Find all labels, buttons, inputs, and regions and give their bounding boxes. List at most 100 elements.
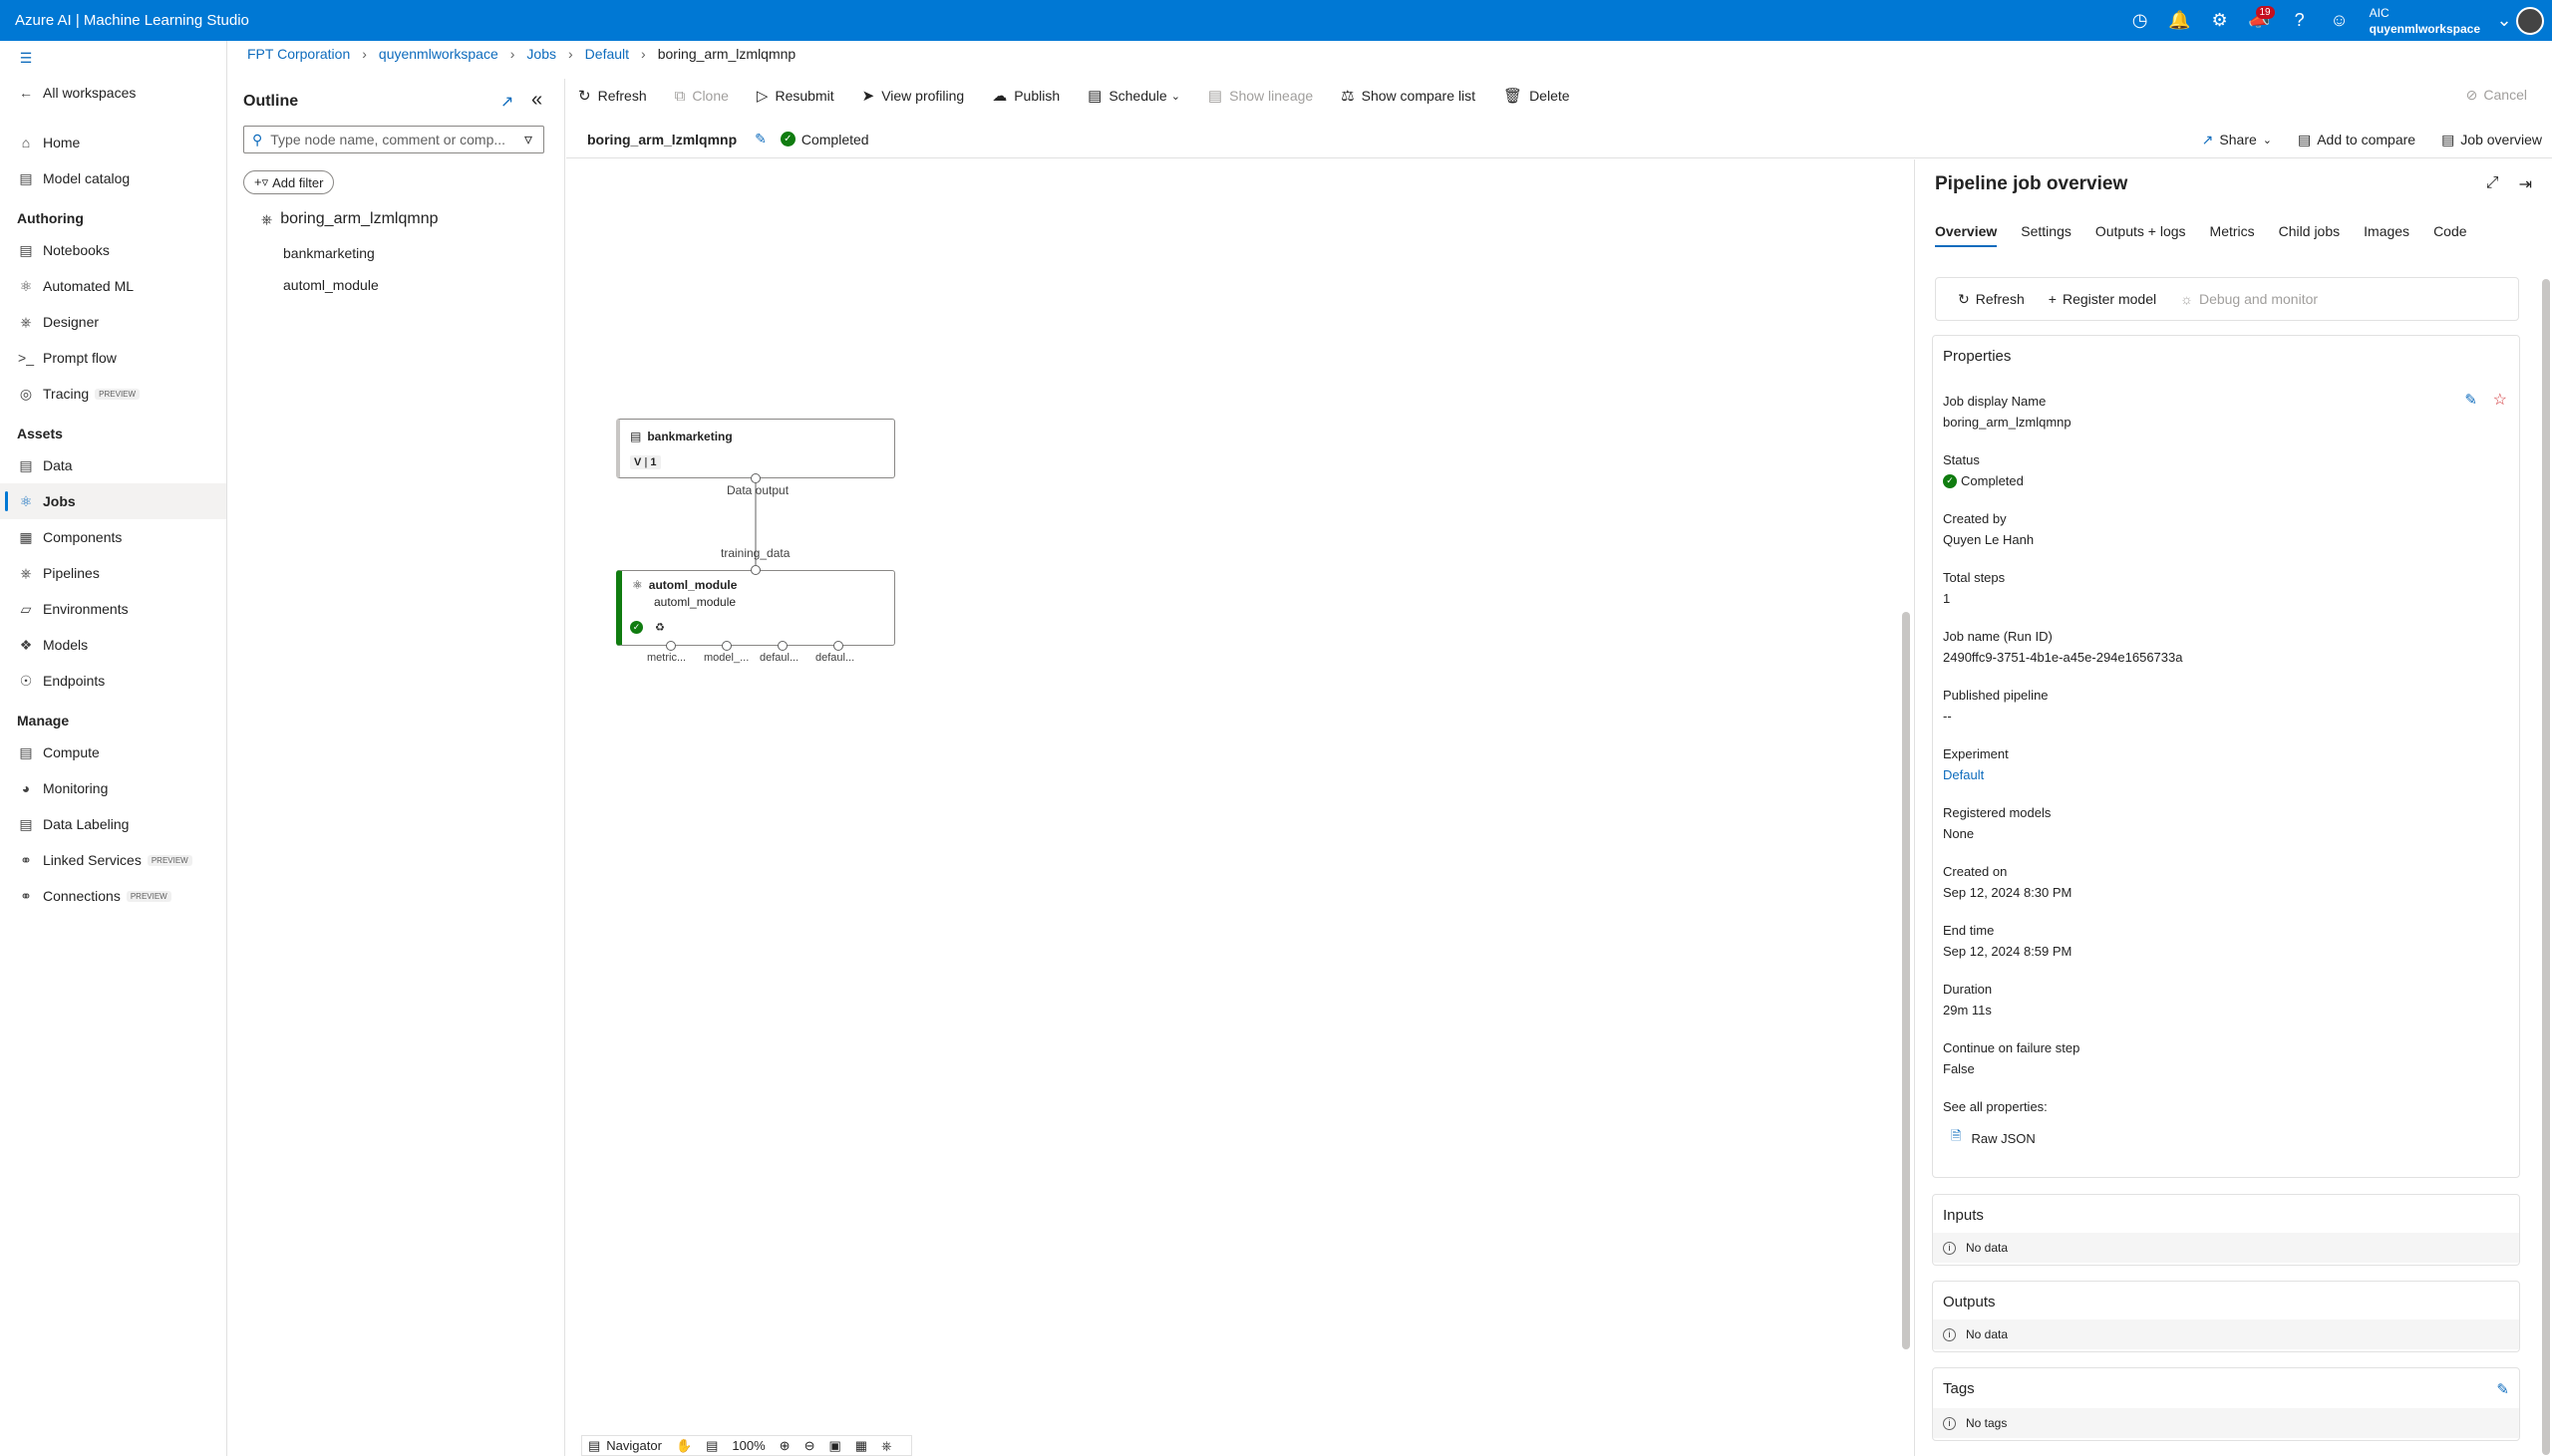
sidebar-item-jobs[interactable]: ⚛ Jobs bbox=[0, 483, 226, 519]
input-port[interactable] bbox=[751, 565, 761, 575]
show-compare-button[interactable]: ⚖ Show compare list bbox=[1341, 87, 1475, 105]
select-icon[interactable]: ▤ bbox=[706, 1438, 718, 1454]
sidebar-item-all-workspaces[interactable]: ← All workspaces bbox=[0, 75, 226, 111]
search-input[interactable]: Type node name, comment or comp... bbox=[270, 132, 505, 147]
raw-json-link[interactable]: 🗎 Raw JSON bbox=[1951, 1127, 2036, 1149]
avatar[interactable] bbox=[2516, 6, 2544, 35]
output-port[interactable] bbox=[778, 641, 788, 651]
output-port[interactable] bbox=[833, 641, 843, 651]
output-port[interactable] bbox=[751, 473, 761, 483]
tab-child-jobs[interactable]: Child jobs bbox=[2279, 223, 2340, 247]
outline-search[interactable]: ⚲ Type node name, comment or comp... bbox=[243, 126, 544, 153]
sidebar-item-prompt-flow[interactable]: >_ Prompt flow bbox=[0, 340, 226, 376]
tab-images[interactable]: Images bbox=[2364, 223, 2409, 247]
node-bankmarketing[interactable]: ▤ bankmarketing V | 1 bbox=[616, 419, 895, 478]
gear-icon[interactable]: ⚙ bbox=[2200, 0, 2240, 41]
breadcrumb-workspace[interactable]: quyenmlworkspace bbox=[379, 46, 498, 62]
tree-item-automl-module[interactable]: automl_module bbox=[283, 277, 379, 293]
sidebar-item-connections[interactable]: ⚭ Connections PREVIEW bbox=[0, 878, 226, 914]
filter-icon[interactable]: ▿ bbox=[524, 130, 532, 149]
breadcrumb-org[interactable]: FPT Corporation bbox=[247, 46, 350, 62]
chevron-right-icon: › bbox=[362, 46, 367, 62]
experiment-link[interactable]: Default bbox=[1943, 767, 2009, 782]
sidebar-item-model-catalog[interactable]: ▤ Model catalog bbox=[0, 160, 226, 196]
add-to-compare-button[interactable]: ▤ Add to compare bbox=[2298, 132, 2415, 148]
sidebar-item-linked-services[interactable]: ⚭ Linked Services PREVIEW bbox=[0, 842, 226, 878]
notifications-icon[interactable]: 📣 19 bbox=[2240, 0, 2280, 41]
sidebar-item-endpoints[interactable]: ☉ Endpoints bbox=[0, 663, 226, 699]
sidebar-item-home[interactable]: ⌂ Home bbox=[0, 125, 226, 160]
outputs-empty: i No data bbox=[1933, 1319, 2519, 1349]
edit-icon[interactable]: ✎ bbox=[2496, 1380, 2509, 1398]
zoom-out-icon[interactable]: ⊖ bbox=[804, 1438, 815, 1454]
sidebar-item-tracing[interactable]: ◎ Tracing PREVIEW bbox=[0, 376, 226, 412]
expand-icon[interactable]: ⤢ bbox=[2486, 174, 2499, 194]
sidebar-item-automated-ml[interactable]: ⚛ Automated ML bbox=[0, 268, 226, 304]
debug-monitor-button[interactable]: ☼ Debug and monitor bbox=[2180, 291, 2318, 307]
bell-icon[interactable]: 🔔 bbox=[2160, 0, 2200, 41]
navigator-toggle[interactable]: Navigator bbox=[606, 1438, 662, 1453]
clone-button[interactable]: ⧉ Clone bbox=[675, 88, 729, 105]
help-icon[interactable]: ? bbox=[2280, 0, 2320, 41]
sidebar-item-label: Tracing bbox=[43, 386, 90, 402]
feedback-icon[interactable]: ☺ bbox=[2320, 0, 2360, 41]
account-info[interactable]: AIC quyenmlworkspace bbox=[2360, 5, 2492, 37]
view-profiling-button[interactable]: ➤ View profiling bbox=[862, 87, 965, 105]
collapse-icon[interactable]: « bbox=[531, 89, 542, 112]
actual-size-icon[interactable]: ▦ bbox=[855, 1438, 867, 1454]
tab-metrics[interactable]: Metrics bbox=[2210, 223, 2255, 247]
canvas-scrollbar[interactable] bbox=[1902, 612, 1910, 1349]
node-automl-module[interactable]: ⚛ automl_module automl_module ✓ ♻ bbox=[616, 570, 895, 646]
schedule-button[interactable]: ▤ Schedule ⌄ bbox=[1088, 87, 1180, 105]
sidebar-item-designer[interactable]: ⎈ Designer bbox=[0, 304, 226, 340]
publish-button[interactable]: ☁ Publish bbox=[992, 87, 1060, 105]
edit-icon[interactable]: ✎ bbox=[2464, 391, 2477, 409]
zoom-level[interactable]: 100% bbox=[732, 1438, 765, 1453]
refresh-button[interactable]: ↻ Refresh bbox=[578, 87, 647, 105]
hamburger-menu-icon[interactable]: ☰ bbox=[0, 41, 226, 75]
tab-outputs-logs[interactable]: Outputs + logs bbox=[2095, 223, 2186, 247]
app-title[interactable]: Azure AI | Machine Learning Studio bbox=[0, 12, 249, 29]
pipeline-canvas[interactable]: ▤ bankmarketing V | 1 Data output training… bbox=[566, 159, 1905, 1456]
sidebar-item-data-labeling[interactable]: ▤ Data Labeling bbox=[0, 806, 226, 842]
history-icon[interactable]: ◷ bbox=[2120, 0, 2160, 41]
resubmit-button[interactable]: ▷ Resubmit bbox=[757, 87, 834, 105]
sidebar-item-data[interactable]: ▤ Data bbox=[0, 447, 226, 483]
add-filter-button[interactable]: +▿ Add filter bbox=[243, 170, 335, 194]
tab-overview[interactable]: Overview bbox=[1935, 223, 1998, 247]
breadcrumb-experiment[interactable]: Default bbox=[585, 46, 629, 62]
output-port[interactable] bbox=[722, 641, 732, 651]
tree-item-bankmarketing[interactable]: bankmarketing bbox=[283, 245, 375, 261]
zoom-in-icon[interactable]: ⊕ bbox=[780, 1438, 791, 1454]
sidebar-item-pipelines[interactable]: ⎈ Pipelines bbox=[0, 555, 226, 591]
sidebar-item-components[interactable]: ▦ Components bbox=[0, 519, 226, 555]
delete-button[interactable]: 🗑 Delete bbox=[1503, 87, 1570, 105]
fit-icon[interactable]: ▣ bbox=[828, 1438, 840, 1454]
edit-icon[interactable]: ✎ bbox=[755, 131, 767, 147]
sidebar-item-monitoring[interactable]: ◕ Monitoring bbox=[0, 770, 226, 806]
sidebar-item-environments[interactable]: ▱ Environments bbox=[0, 591, 226, 627]
cancel-button[interactable]: ⊘ Cancel bbox=[2466, 87, 2527, 104]
search-icon: ⚲ bbox=[252, 131, 263, 147]
tree-root[interactable]: ⎈ boring_arm_lzmlqmnp bbox=[261, 210, 439, 228]
tab-settings[interactable]: Settings bbox=[2021, 223, 2072, 247]
panel-scrollbar[interactable] bbox=[2542, 279, 2550, 1455]
star-icon[interactable]: ☆ bbox=[2493, 390, 2507, 410]
inputs-empty: i No data bbox=[1933, 1233, 2519, 1263]
show-lineage-button[interactable]: ▤ Show lineage bbox=[1208, 87, 1313, 105]
tab-code[interactable]: Code bbox=[2433, 223, 2466, 247]
share-button[interactable]: ↗ Share ⌄ bbox=[2202, 132, 2272, 148]
share-icon[interactable]: ↗ bbox=[500, 92, 513, 112]
close-panel-icon[interactable]: ⇥ bbox=[2519, 174, 2532, 194]
job-overview-button[interactable]: ▤ Job overview bbox=[2441, 132, 2542, 148]
register-model-button[interactable]: + Register model bbox=[2049, 291, 2156, 307]
panel-refresh-button[interactable]: ↻ Refresh bbox=[1958, 291, 2025, 308]
hand-icon[interactable]: ✋ bbox=[676, 1438, 692, 1454]
sidebar-item-compute[interactable]: ▤ Compute bbox=[0, 734, 226, 770]
sidebar-item-models[interactable]: ❖ Models bbox=[0, 627, 226, 663]
output-port[interactable] bbox=[666, 641, 676, 651]
breadcrumb-jobs[interactable]: Jobs bbox=[526, 46, 556, 62]
sidebar-item-notebooks[interactable]: ▤ Notebooks bbox=[0, 232, 226, 268]
layout-icon[interactable]: ⎈ bbox=[881, 1438, 891, 1454]
chevron-down-icon[interactable]: ⌄ bbox=[2492, 0, 2516, 41]
